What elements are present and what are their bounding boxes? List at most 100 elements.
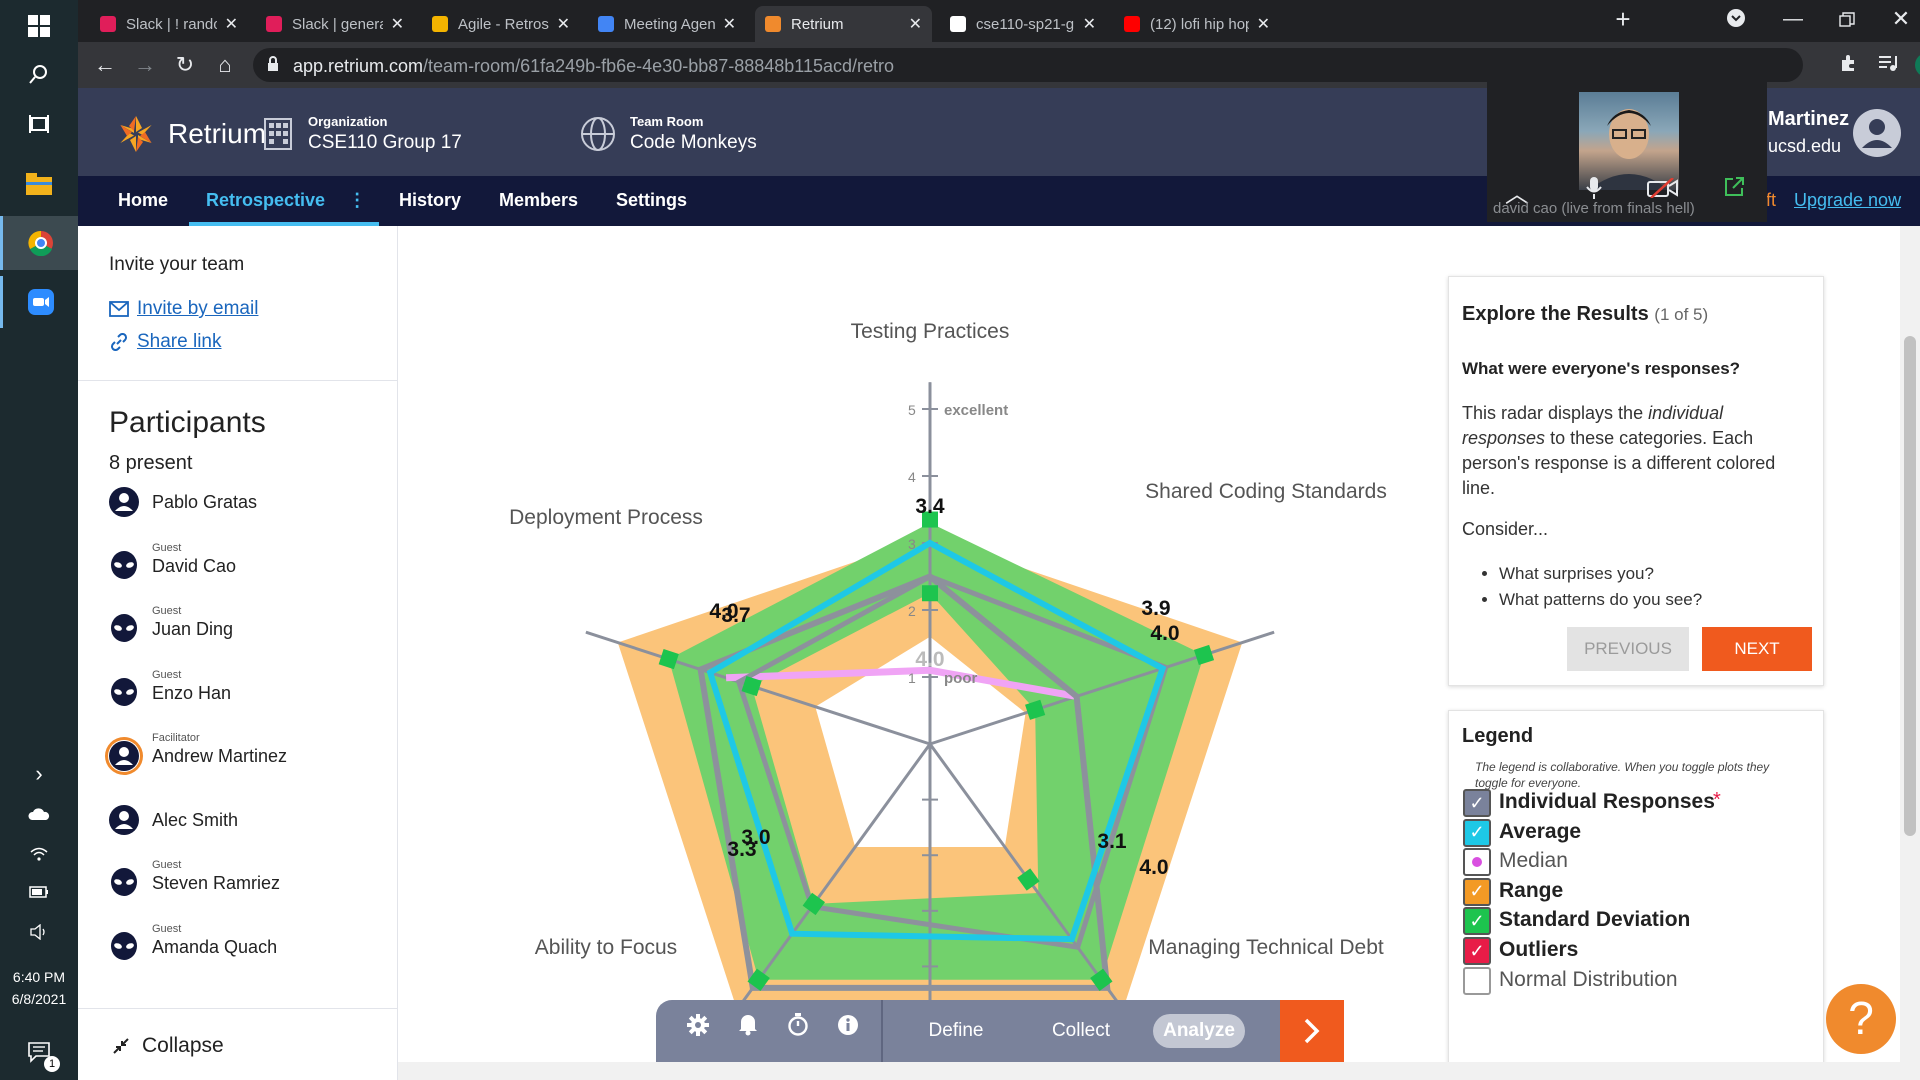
team-room-block[interactable]: Team Room Code Monkeys bbox=[580, 114, 757, 154]
browser-tab[interactable]: Retrium ✕ bbox=[755, 6, 932, 42]
vertical-scrollbar-thumb[interactable] bbox=[1904, 336, 1916, 836]
tab-close-icon[interactable]: ✕ bbox=[1257, 14, 1270, 34]
help-button[interactable]: ? bbox=[1826, 984, 1896, 1054]
legend-item[interactable]: ✓ Range bbox=[1449, 877, 1819, 908]
windows-icon[interactable] bbox=[0, 0, 78, 52]
next-button[interactable]: NEXT bbox=[1702, 627, 1812, 671]
legend-item[interactable]: Median bbox=[1449, 848, 1819, 878]
user-avatar-icon[interactable] bbox=[1852, 108, 1902, 163]
checkbox-checked-icon[interactable]: ✓ bbox=[1463, 937, 1491, 965]
tab-close-icon[interactable]: ✕ bbox=[909, 14, 922, 34]
radar-value-label: 3.4 bbox=[915, 495, 945, 518]
browser-tab[interactable]: cse110-sp21-group1 ✕ bbox=[940, 6, 1106, 42]
collapse-button[interactable]: Collapse bbox=[112, 1034, 224, 1058]
reload-icon[interactable]: ↻ bbox=[170, 50, 200, 80]
gear-icon[interactable] bbox=[680, 1000, 716, 1062]
profile-avatar[interactable]: a bbox=[1915, 53, 1920, 77]
previous-button[interactable]: PREVIOUS bbox=[1567, 627, 1689, 671]
legend-item[interactable]: ✓ Standard Deviation bbox=[1449, 907, 1819, 937]
nav-retrospective[interactable]: Retrospective ⋮ bbox=[189, 176, 379, 226]
checkbox-checked-icon[interactable]: ✓ bbox=[1463, 789, 1491, 817]
search-icon[interactable] bbox=[0, 48, 78, 100]
tab-search-icon[interactable] bbox=[1721, 6, 1751, 36]
stage-collect[interactable]: Collect bbox=[1026, 1000, 1136, 1062]
nav-home[interactable]: Home bbox=[118, 176, 168, 226]
sidebar-divider bbox=[78, 380, 398, 381]
legend-item[interactable]: ✓ Individual Responses * bbox=[1449, 789, 1819, 819]
home-icon[interactable]: ⌂ bbox=[210, 50, 240, 80]
retrium-logo[interactable]: Retrium bbox=[116, 114, 266, 154]
checkbox-checked-icon[interactable]: ✓ bbox=[1463, 818, 1491, 847]
bell-icon[interactable] bbox=[730, 1000, 766, 1062]
checkbox-checked-icon[interactable]: ✓ bbox=[1463, 877, 1491, 906]
volume-icon[interactable] bbox=[0, 906, 78, 958]
share-link[interactable]: Share link bbox=[109, 331, 222, 353]
info-icon[interactable] bbox=[830, 1000, 866, 1062]
tab-favicon-icon bbox=[1124, 16, 1140, 32]
checkbox-checked-icon[interactable]: ✓ bbox=[1463, 907, 1491, 936]
participant-item[interactable]: Guest Steven Ramriez bbox=[108, 859, 388, 909]
legend-label: Outliers bbox=[1499, 938, 1579, 961]
radar-chart[interactable]: 5 excellent 1 poor 2 3 4 Testing Practices Share… bbox=[398, 226, 1398, 1080]
stage-define[interactable]: Define bbox=[901, 1000, 1011, 1062]
radar-category-label: Managing Technical Debt bbox=[1148, 936, 1384, 959]
close-window-icon[interactable]: ✕ bbox=[1886, 4, 1916, 34]
user-name[interactable]: Martinez bbox=[1768, 108, 1849, 131]
browser-tab[interactable]: Meeting Agenda 6/8 ✕ bbox=[588, 6, 746, 42]
windows-taskbar: › 6:40 PM 6/8/2021 1 bbox=[0, 0, 78, 1080]
timer-icon[interactable] bbox=[780, 1000, 816, 1062]
tab-title: Agile - Retrospective bbox=[458, 15, 549, 33]
media-control-icon[interactable] bbox=[1873, 50, 1903, 80]
checkbox-unchecked-icon[interactable] bbox=[1463, 848, 1491, 877]
participant-item[interactable]: Alec Smith bbox=[108, 796, 388, 846]
arrow-right-icon[interactable] bbox=[1280, 1000, 1344, 1062]
tab-close-icon[interactable]: ✕ bbox=[1083, 14, 1096, 34]
tab-close-icon[interactable]: ✕ bbox=[723, 14, 736, 34]
restore-icon[interactable] bbox=[1832, 6, 1862, 36]
legend-item[interactable]: ✓ Average bbox=[1449, 818, 1819, 849]
browser-tab[interactable]: Slack | general | cse1 ✕ bbox=[256, 6, 414, 42]
participant-item[interactable]: Pablo Gratas bbox=[108, 478, 388, 528]
browser-tab[interactable]: (12) lofi hip hop ✕ bbox=[1114, 6, 1280, 42]
forward-icon[interactable]: → bbox=[130, 50, 160, 80]
task-view-icon[interactable] bbox=[0, 98, 78, 150]
new-tab-button[interactable]: + bbox=[1608, 4, 1638, 34]
legend-item[interactable]: ✓ Outliers bbox=[1449, 937, 1819, 967]
chrome-icon[interactable] bbox=[0, 216, 78, 270]
checkbox-unchecked-icon[interactable] bbox=[1463, 966, 1491, 995]
organization-block[interactable]: Organization CSE110 Group 17 bbox=[264, 114, 462, 154]
participant-item[interactable]: Guest David Cao bbox=[108, 542, 388, 592]
kebab-menu-icon[interactable]: ⋮ bbox=[348, 190, 366, 210]
nav-settings[interactable]: Settings bbox=[616, 176, 687, 226]
nav-retrospective-label: Retrospective bbox=[206, 190, 326, 210]
file-explorer-icon[interactable] bbox=[0, 158, 78, 210]
participant-item[interactable]: Facilitator Andrew Martinez bbox=[108, 732, 388, 782]
participant-item[interactable]: Guest Enzo Han bbox=[108, 669, 388, 719]
notification-icon[interactable]: 1 bbox=[0, 1026, 78, 1078]
share-screen-icon[interactable] bbox=[1723, 176, 1745, 203]
zoom-video-window[interactable]: ︿ david cao (live from finals hell) bbox=[1487, 62, 1767, 222]
nav-history[interactable]: History bbox=[399, 176, 461, 226]
browser-tab[interactable]: Slack | ! random | CS ✕ bbox=[90, 6, 248, 42]
system-clock[interactable]: 6:40 PM 6/8/2021 bbox=[0, 966, 78, 1010]
zoom-icon[interactable] bbox=[0, 276, 78, 328]
back-icon[interactable]: ← bbox=[90, 50, 120, 80]
lock-icon bbox=[267, 56, 279, 77]
upgrade-link[interactable]: Upgrade now bbox=[1794, 190, 1901, 211]
collapse-icon bbox=[113, 1038, 129, 1054]
extensions-icon[interactable] bbox=[1833, 50, 1863, 80]
invite-by-email-link[interactable]: Invite by email bbox=[109, 298, 258, 320]
minimize-icon[interactable]: — bbox=[1778, 4, 1808, 34]
legend-item[interactable]: Normal Distribution bbox=[1449, 966, 1819, 997]
tab-close-icon[interactable]: ✕ bbox=[391, 14, 404, 34]
browser-tab[interactable]: Agile - Retrospective ✕ bbox=[422, 6, 580, 42]
participant-item[interactable]: Guest Juan Ding bbox=[108, 605, 388, 655]
nav-members[interactable]: Members bbox=[499, 176, 578, 226]
tab-close-icon[interactable]: ✕ bbox=[225, 14, 238, 34]
horizontal-scrollbar[interactable] bbox=[398, 1062, 1900, 1080]
vertical-scrollbar[interactable] bbox=[1900, 226, 1920, 1080]
tab-close-icon[interactable]: ✕ bbox=[557, 14, 570, 34]
participant-item[interactable]: Guest Amanda Quach bbox=[108, 923, 388, 973]
radar-value-label: 4.0 bbox=[709, 600, 738, 623]
stage-analyze[interactable]: Analyze bbox=[1153, 1014, 1245, 1048]
